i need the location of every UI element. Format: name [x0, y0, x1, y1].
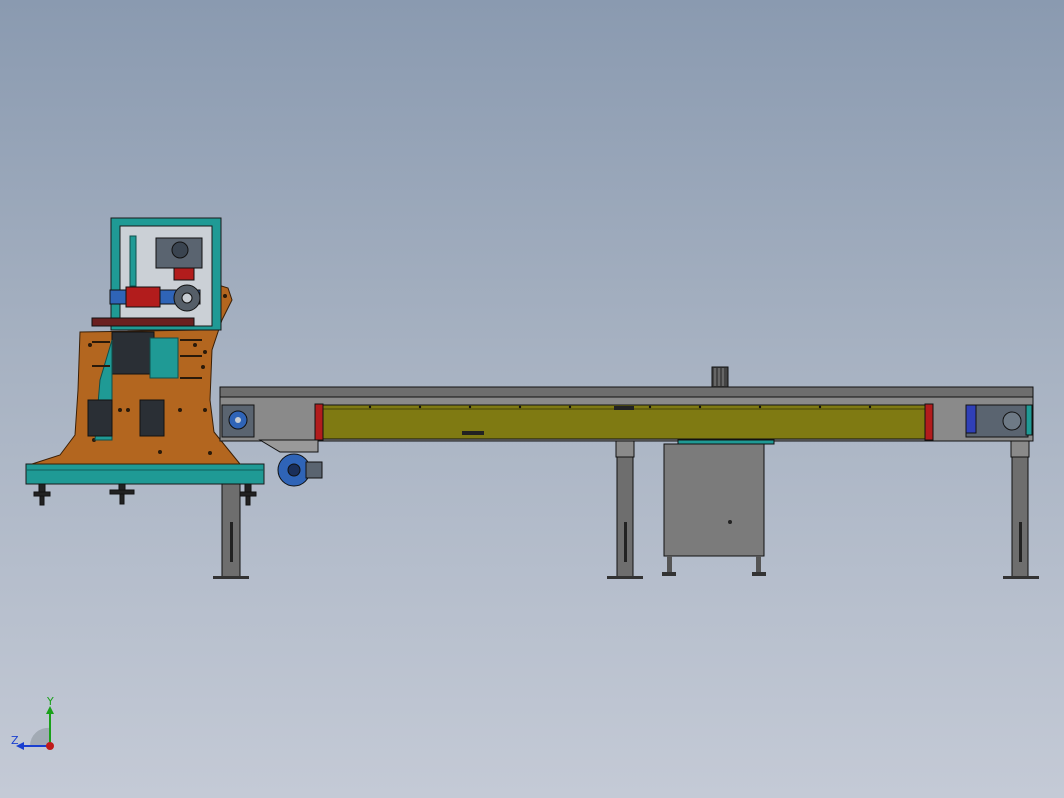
cabinet-top-strip: [677, 439, 775, 445]
conveyor-legs: [230, 440, 1039, 579]
x-axis-origin: [46, 742, 54, 750]
cabinet-pad-left: [662, 572, 676, 576]
top-gearbox-hub: [171, 241, 189, 259]
belt-marker-2: [462, 431, 484, 435]
cad-viewport[interactable]: Y Z: [0, 0, 1064, 798]
conveyor-top-rail: [219, 386, 1034, 398]
drive-motor-flange: [305, 461, 323, 479]
drive-motor-hub: [287, 463, 301, 477]
motor-bracket: [258, 439, 319, 453]
right-teal-clip: [1025, 404, 1033, 436]
top-sensor: [711, 366, 729, 388]
cabinet-foot-left: [667, 556, 672, 572]
electrical-cabinet: [663, 443, 765, 557]
orientation-triad[interactable]: Y Z: [8, 695, 68, 758]
z-axis-label: Z: [11, 734, 19, 747]
top-gearbox-red: [173, 267, 195, 281]
triad-graphic: [16, 706, 54, 750]
conveyor-assembly-model[interactable]: [0, 0, 1064, 798]
cylinder-right: [139, 399, 165, 437]
work-table: [91, 317, 195, 327]
motor-housing: [111, 331, 155, 375]
pulley-hub: [181, 292, 193, 304]
right-endcap: [924, 403, 934, 441]
lower-teal-block: [149, 337, 179, 379]
right-drive-pulley: [1002, 411, 1022, 431]
cabinet-pad-right: [752, 572, 766, 576]
red-block: [125, 286, 161, 308]
left-leg-foot: [213, 576, 249, 579]
conveyor-belt: [321, 404, 927, 440]
triad-plane: [29, 727, 50, 746]
cylinder-left: [87, 399, 113, 437]
belt-marker-1: [614, 406, 634, 410]
left-drive-hub: [235, 417, 241, 423]
cabinet-foot-right: [756, 556, 761, 572]
base-platform: [25, 463, 265, 485]
upright-rail-left: [129, 235, 137, 287]
cabinet-lock: [728, 520, 732, 524]
right-blue-clamp: [965, 404, 977, 434]
conveyor[interactable]: [219, 366, 1039, 579]
left-endcap: [314, 403, 324, 441]
y-axis-label: Y: [47, 695, 54, 708]
